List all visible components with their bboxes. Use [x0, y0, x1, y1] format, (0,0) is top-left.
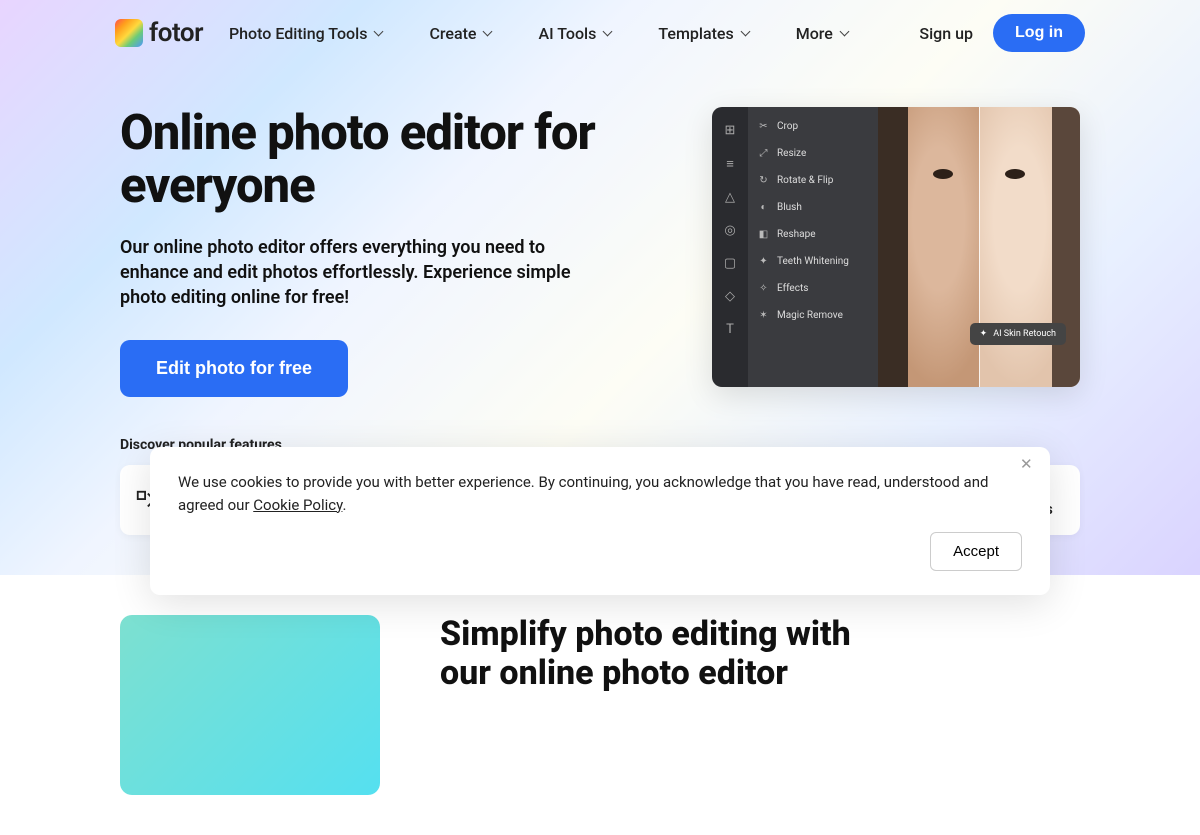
- reshape-icon: ◧: [758, 229, 769, 240]
- chevron-down-icon: [373, 28, 383, 38]
- simplify-image: [120, 615, 380, 795]
- grid-icon: ⊞: [725, 123, 736, 138]
- frame-icon: ▢: [724, 256, 736, 271]
- cookie-close-button[interactable]: ✕: [1020, 457, 1036, 473]
- brand-logo[interactable]: fotor: [115, 18, 203, 48]
- tool-label: Effects: [777, 283, 808, 294]
- cookie-policy-link[interactable]: Cookie Policy: [253, 496, 342, 514]
- before-image: [878, 107, 979, 387]
- tool-label: Reshape: [777, 229, 816, 240]
- flask-icon: △: [725, 190, 735, 205]
- editor-iconbar: ⊞ ≡ △ ◎ ▢ ◇ T: [712, 107, 748, 387]
- nav-label: More: [796, 24, 833, 43]
- edit-photo-button[interactable]: Edit photo for free: [120, 340, 348, 397]
- tool-label: Magic Remove: [777, 310, 843, 321]
- main-nav: Photo Editing Tools Create AI Tools Temp…: [229, 24, 849, 43]
- tool-label: Rotate & Flip: [777, 175, 833, 186]
- tool-resize[interactable]: ⤢ Resize: [748, 140, 878, 167]
- teeth-icon: ✦: [758, 256, 769, 267]
- tool-reshape[interactable]: ◧ Reshape: [748, 221, 878, 248]
- login-button[interactable]: Log in: [993, 14, 1085, 52]
- site-header: fotor Photo Editing Tools Create AI Tool…: [0, 0, 1200, 52]
- tool-crop[interactable]: ✂ Crop: [748, 113, 878, 140]
- cookie-banner: ✕ We use cookies to provide you with bet…: [150, 447, 1050, 595]
- chevron-down-icon: [740, 28, 750, 38]
- editor-tool-list: ✂ Crop ⤢ Resize ↻ Rotate & Flip ◐ Blush ◧ Res…: [748, 107, 878, 387]
- tool-effects[interactable]: ✧ Effects: [748, 275, 878, 302]
- tool-label: Resize: [777, 148, 806, 159]
- crop-icon: ✂: [758, 121, 769, 132]
- cookie-message: We use cookies to provide you with bette…: [178, 471, 1022, 516]
- tool-label: Blush: [777, 202, 802, 213]
- tool-label: Teeth Whitening: [777, 256, 849, 267]
- rotate-icon: ↻: [758, 175, 769, 186]
- badge-label: AI Skin Retouch: [993, 329, 1056, 339]
- chevron-down-icon: [602, 28, 612, 38]
- nav-create[interactable]: Create: [429, 24, 492, 43]
- hero-copy: Online photo editor for everyone Our onl…: [120, 107, 672, 397]
- tool-rotate-flip[interactable]: ↻ Rotate & Flip: [748, 167, 878, 194]
- brand-name: fotor: [149, 18, 203, 48]
- chevron-down-icon: [482, 28, 492, 38]
- eye-icon: ◎: [724, 223, 735, 238]
- nav-ai-tools[interactable]: AI Tools: [538, 24, 612, 43]
- header-actions: Sign up Log in: [919, 14, 1085, 52]
- cookie-text-suffix: .: [342, 496, 346, 514]
- text-icon: T: [726, 322, 734, 337]
- nav-label: Create: [429, 24, 476, 43]
- nav-label: AI Tools: [538, 24, 596, 43]
- resize-icon: ⤢: [758, 148, 769, 159]
- hero-title: Online photo editor for everyone: [120, 107, 672, 213]
- magic-icon: ✶: [758, 310, 769, 321]
- nav-label: Templates: [658, 24, 733, 43]
- signup-link[interactable]: Sign up: [919, 24, 973, 43]
- chevron-down-icon: [839, 28, 849, 38]
- effects-icon: ✧: [758, 283, 769, 294]
- nav-templates[interactable]: Templates: [658, 24, 749, 43]
- after-image: [979, 107, 1080, 387]
- tool-blush[interactable]: ◐ Blush: [748, 194, 878, 221]
- comparison-divider: [979, 107, 980, 387]
- editor-preview: ⊞ ≡ △ ◎ ▢ ◇ T ✂ Crop ⤢ Resize ↻ Rotate & Fl…: [712, 107, 1080, 387]
- nav-more[interactable]: More: [796, 24, 849, 43]
- nav-label: Photo Editing Tools: [229, 24, 367, 43]
- adjust-icon: ≡: [726, 156, 734, 172]
- nav-photo-editing-tools[interactable]: Photo Editing Tools: [229, 24, 383, 43]
- hero-description: Our online photo editor offers everythin…: [120, 235, 600, 311]
- blush-icon: ◐: [758, 202, 769, 213]
- cookie-actions: Accept: [178, 532, 1022, 571]
- hero-section: Online photo editor for everyone Our onl…: [0, 52, 1200, 397]
- logo-icon: [115, 19, 143, 47]
- sparkle-icon: ✦: [980, 329, 988, 339]
- ai-skin-retouch-badge: ✦ AI Skin Retouch: [970, 323, 1066, 345]
- cookie-accept-button[interactable]: Accept: [930, 532, 1022, 571]
- shapes-icon: ◇: [725, 289, 735, 304]
- tool-teeth-whitening[interactable]: ✦ Teeth Whitening: [748, 248, 878, 275]
- tool-magic-remove[interactable]: ✶ Magic Remove: [748, 302, 878, 329]
- simplify-heading: Simplify photo editing with our online p…: [440, 615, 900, 693]
- simplify-section: Simplify photo editing with our online p…: [0, 575, 1200, 835]
- tool-label: Crop: [777, 121, 798, 132]
- editor-preview-image: ✦ AI Skin Retouch: [878, 107, 1080, 387]
